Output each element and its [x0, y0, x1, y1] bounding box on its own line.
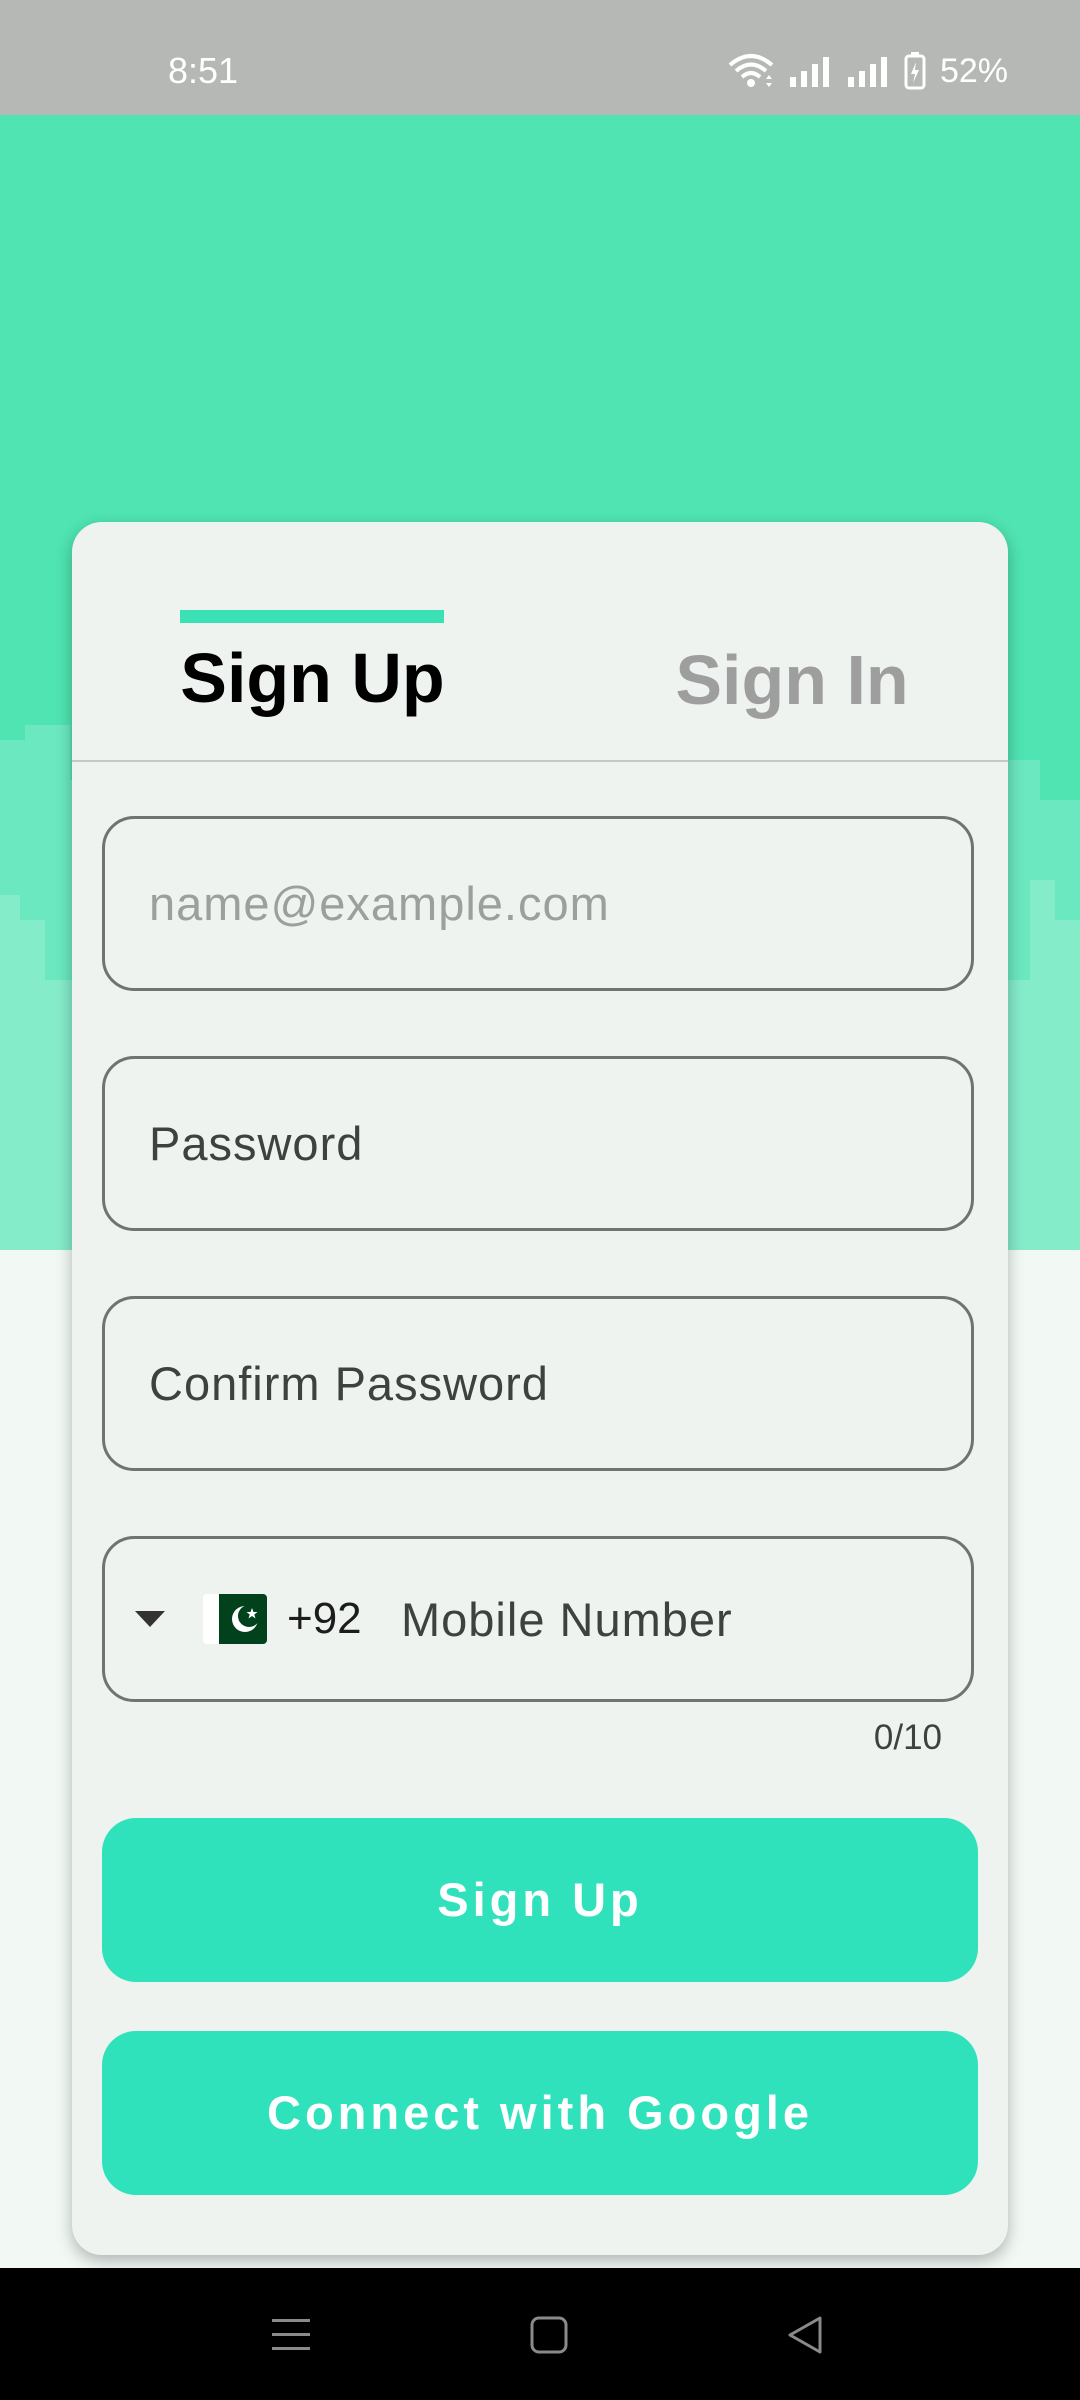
email-field — [102, 816, 974, 991]
email-input[interactable] — [149, 819, 919, 988]
tab-sign-up-label: Sign Up — [180, 639, 445, 717]
country-code: +92 — [287, 1594, 362, 1643]
tab-sign-in[interactable]: Sign In — [652, 618, 932, 738]
wifi-icon — [728, 53, 774, 89]
confirm-password-input[interactable] — [149, 1299, 919, 1468]
signal-icon — [788, 55, 832, 87]
home-icon[interactable] — [524, 2310, 574, 2360]
phone-field: +92 — [102, 1536, 974, 1702]
navigation-bar — [0, 2268, 1080, 2400]
mobile-number-input[interactable] — [401, 1539, 941, 1699]
status-bar: 8:51 52% — [0, 0, 1080, 115]
mobile-number-counter: 0/10 — [873, 1718, 942, 1757]
country-dropdown-icon[interactable] — [135, 1609, 165, 1629]
tab-sign-up[interactable]: Sign Up — [180, 612, 445, 732]
password-field — [102, 1056, 974, 1231]
auth-tabs: Sign Up Sign In — [72, 522, 1008, 762]
pakistan-flag-icon[interactable] — [203, 1594, 267, 1644]
status-icons: 52% — [728, 48, 1008, 94]
password-input[interactable] — [149, 1059, 919, 1228]
sign-up-button[interactable]: Sign Up — [102, 1818, 978, 1982]
battery-icon — [904, 52, 926, 90]
confirm-password-field — [102, 1296, 974, 1471]
tab-sign-in-label: Sign In — [675, 641, 909, 719]
battery-percentage: 52% — [939, 52, 1008, 90]
auth-card: Sign Up Sign In +92 0/10 Sign Up — [72, 522, 1008, 2255]
status-time: 8:51 — [168, 50, 239, 91]
signal-icon — [846, 55, 890, 87]
menu-icon[interactable] — [266, 2310, 316, 2360]
connect-google-button[interactable]: Connect with Google — [102, 2031, 978, 2195]
back-icon[interactable] — [780, 2310, 830, 2360]
